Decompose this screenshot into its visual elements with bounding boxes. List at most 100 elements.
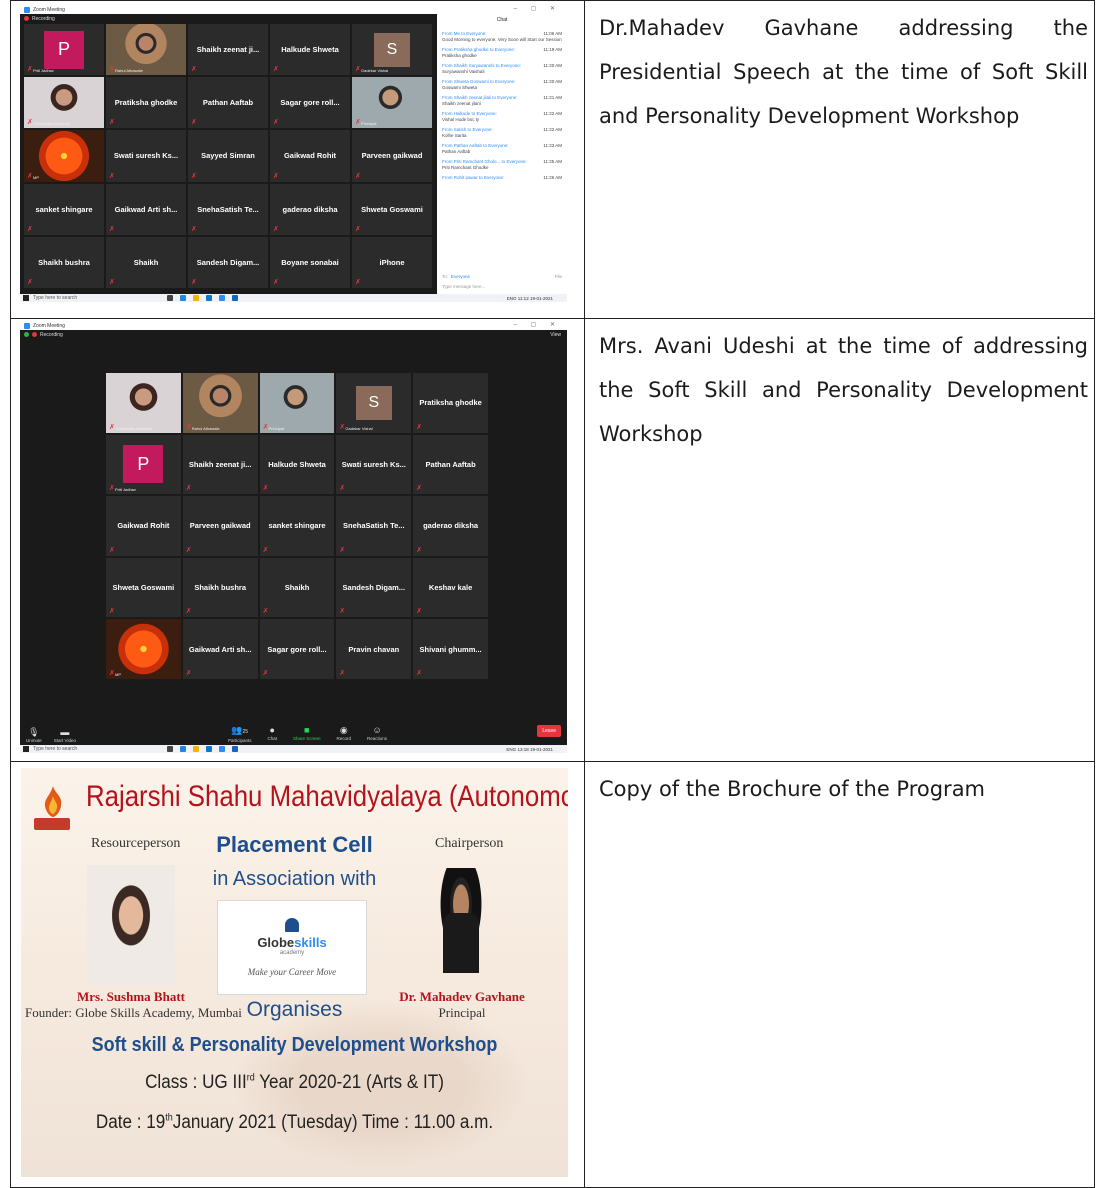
- edge-icon[interactable]: [180, 746, 186, 752]
- reactions-button[interactable]: ☺ Reactions: [367, 725, 387, 743]
- zoom-app-icon[interactable]: [219, 295, 225, 301]
- participant-tile[interactable]: Shaikh zeenat ji... ✗: [182, 434, 258, 495]
- participant-tile[interactable]: MP ✗: [24, 130, 104, 182]
- chat-input-area[interactable]: To: Everyone File Type message here...: [442, 274, 562, 289]
- participant-name: MP: [115, 671, 121, 677]
- participant-tile[interactable]: Sayyed Simran ✗: [188, 130, 268, 182]
- participant-tile[interactable]: Shaikh ✗: [106, 236, 186, 288]
- chat-sender: From Shaikh zeenat jilali to Everyone:: [442, 95, 518, 100]
- participant-tile[interactable]: Keshav kale ✗: [413, 557, 488, 618]
- participant-tile[interactable]: Gaikwad Arti sh... ✗: [106, 183, 186, 235]
- task-view-icon[interactable]: [167, 746, 173, 752]
- participant-tile[interactable]: Parveen gaikwad ✗: [352, 130, 432, 182]
- taskbar-search[interactable]: Type here to search: [33, 746, 123, 752]
- participant-tile[interactable]: P Priti Jadhav ✗: [106, 434, 181, 495]
- participant-tile[interactable]: Principal ✗: [259, 373, 335, 433]
- participant-tile[interactable]: Boyane sonabai ✗: [270, 236, 350, 288]
- participant-tile[interactable]: gaderao diksha ✗: [270, 183, 350, 235]
- participant-tile[interactable]: Pravin chavan ✗: [336, 619, 412, 679]
- participant-tile[interactable]: Swati suresh Ks... ✗: [336, 434, 412, 495]
- participant-tile[interactable]: Globeskills Academy ✗: [106, 373, 181, 433]
- chat-button[interactable]: ● Chat: [267, 725, 277, 743]
- store-icon[interactable]: [206, 746, 212, 752]
- participant-tile[interactable]: Rahul Athawale ✗: [182, 373, 258, 433]
- chat-to-label: To:: [442, 274, 449, 279]
- participant-tile[interactable]: Pratiksha ghodke ✗: [106, 77, 186, 129]
- participant-tile[interactable]: Swati suresh Ks... ✗: [106, 130, 186, 182]
- mic-muted-icon: ✗: [262, 608, 269, 616]
- participant-tile[interactable]: sanket shingare ✗: [259, 496, 335, 556]
- participant-tile[interactable]: iPhone ✗: [352, 236, 432, 288]
- participant-tile[interactable]: Sandesh Digam... ✗: [188, 236, 268, 288]
- participant-tile[interactable]: MP ✗: [106, 619, 181, 679]
- participant-tile[interactable]: Globeskills Academy ✗: [24, 77, 104, 129]
- windows-start-icon[interactable]: [23, 295, 29, 301]
- start-video-button[interactable]: ▬ Start Video: [54, 727, 76, 743]
- participant-tile[interactable]: Shweta Goswami ✗: [106, 557, 181, 618]
- participant-tile[interactable]: Halkude Shweta ✗: [270, 24, 350, 76]
- participant-tile[interactable]: Principal ✗: [352, 77, 432, 129]
- participant-tile[interactable]: Halkude Shweta ✗: [259, 434, 335, 495]
- system-tray: ENG 11:12 19-01-2021: [507, 296, 567, 301]
- participant-tile[interactable]: gaderao diksha ✗: [413, 496, 488, 556]
- share-screen-button[interactable]: ■ Share Screen: [293, 725, 321, 743]
- participant-tile[interactable]: Shweta Goswami ✗: [352, 183, 432, 235]
- participant-tile[interactable]: Parveen gaikwad ✗: [182, 496, 258, 556]
- task-view-icon[interactable]: [167, 295, 173, 301]
- chat-to-select[interactable]: Everyone: [451, 274, 470, 279]
- unmute-button[interactable]: 🎙 Unmute: [26, 727, 42, 743]
- mic-muted-icon: ✗: [416, 485, 423, 493]
- word-icon[interactable]: [232, 295, 238, 301]
- mic-muted-icon: ✗: [109, 423, 115, 431]
- edge-icon[interactable]: [180, 295, 186, 301]
- participant-tile[interactable]: Shivani ghumm... ✗: [413, 619, 488, 679]
- chat-sender: From Priti Ramchant Gholo... to Everyone…: [442, 159, 527, 164]
- window-controls[interactable]: – ▢ ✕: [514, 321, 561, 328]
- participant-tile[interactable]: Shaikh zeenat ji... ✗: [188, 24, 268, 76]
- participant-tile[interactable]: SnehaSatish Te... ✗: [188, 183, 268, 235]
- mic-muted-icon: ✗: [262, 485, 269, 493]
- participant-tile[interactable]: Pratiksha ghodke ✗: [413, 373, 488, 433]
- chat-message: From Shaikh zeenat jilali to Everyone: 11…: [442, 95, 562, 106]
- mic-muted-icon: ✗: [273, 172, 279, 180]
- window-controls[interactable]: – ▢ ✕: [514, 5, 561, 12]
- chat-time: 11:23 AM: [543, 143, 562, 148]
- record-button[interactable]: ◉ Record: [337, 725, 352, 743]
- participant-tile[interactable]: Sagar gore roll... ✗: [259, 619, 335, 679]
- participant-tile[interactable]: Pathan Aaftab ✗: [188, 77, 268, 129]
- participant-tile[interactable]: Shaikh bushra ✗: [24, 236, 104, 288]
- participant-tile[interactable]: Rahul Athawale ✗: [106, 24, 186, 76]
- zoom-app-icon[interactable]: [219, 746, 225, 752]
- participant-avatar: S: [374, 32, 410, 67]
- taskbar-search[interactable]: Type here to search: [33, 295, 123, 301]
- windows-start-icon[interactable]: [23, 746, 29, 752]
- participant-tile[interactable]: SnehaSatish Te... ✗: [336, 496, 412, 556]
- store-icon[interactable]: [206, 295, 212, 301]
- chat-file-button[interactable]: File: [555, 274, 562, 279]
- explorer-icon[interactable]: [193, 295, 199, 301]
- participant-tile[interactable]: Sandesh Digam... ✗: [336, 557, 412, 618]
- brochure: Rajarshi Shahu Mahavidyalaya (Autonomous…: [21, 768, 568, 1177]
- participant-name: Rahul Athawale: [115, 68, 143, 74]
- participant-tile[interactable]: Pathan Aaftab ✗: [413, 434, 488, 495]
- chat-message-input[interactable]: Type message here...: [442, 284, 485, 289]
- participant-tile[interactable]: Gaikwad Arti sh... ✗: [182, 619, 258, 679]
- view-button[interactable]: View: [550, 332, 561, 338]
- caption-cell-1: Dr.Mahadev Gavhane addressing the Presid…: [584, 0, 1095, 319]
- participant-tile[interactable]: sanket shingare ✗: [24, 183, 104, 235]
- participant-tile[interactable]: Gaikwad Rohit ✗: [106, 496, 181, 556]
- participant-name: Pratiksha ghodke: [114, 98, 178, 108]
- participant-tile[interactable]: S Gadekar Vishal ✗: [336, 373, 412, 433]
- word-icon[interactable]: [232, 746, 238, 752]
- leave-button[interactable]: Leave: [537, 725, 561, 737]
- participants-button[interactable]: 👥25 Participants: [228, 725, 252, 743]
- participant-tile[interactable]: S Gadekar Vishal ✗: [352, 24, 432, 76]
- participant-tile[interactable]: Shaikh bushra ✗: [182, 557, 258, 618]
- participant-tile[interactable]: Sagar gore roll... ✗: [270, 77, 350, 129]
- participant-name: Sagar gore roll...: [267, 644, 327, 654]
- participant-tile[interactable]: P Priti Jadhav ✗: [24, 24, 104, 76]
- participant-tile[interactable]: Shaikh ✗: [259, 557, 335, 618]
- participant-tile[interactable]: Gaikwad Rohit ✗: [270, 130, 350, 182]
- explorer-icon[interactable]: [193, 746, 199, 752]
- participant-name: Pathan Aaftab: [425, 459, 476, 469]
